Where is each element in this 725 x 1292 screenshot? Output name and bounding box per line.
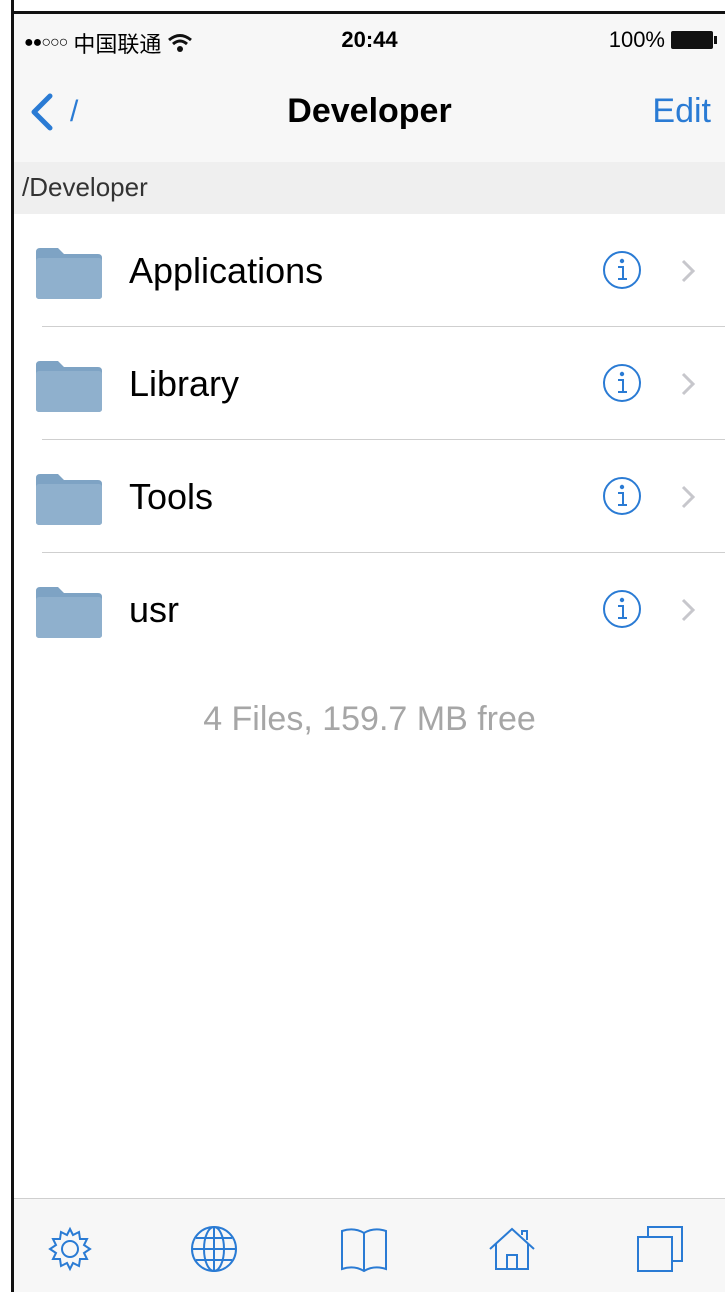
file-count-summary: 4 Files, 159.7 MB free [203, 700, 536, 738]
status-bar: ●●○○○ 中国联通 20:44 100% [14, 14, 725, 64]
globe-icon[interactable] [186, 1221, 242, 1277]
device-bezel-top [0, 0, 725, 14]
folder-icon [36, 587, 102, 638]
info-icon[interactable] [602, 250, 642, 290]
file-row-applications[interactable]: Applications [14, 214, 725, 327]
info-icon[interactable] [602, 363, 642, 403]
navigation-bar: / Developer Edit [14, 64, 725, 162]
path-bar: /Developer [14, 162, 725, 214]
battery-group: 100% [609, 27, 717, 53]
folder-icon [36, 248, 102, 299]
device-bezel-left [0, 0, 14, 1292]
folder-icon [36, 474, 102, 525]
chevron-right-icon [681, 259, 696, 283]
file-row-usr[interactable]: usr [14, 553, 725, 666]
windows-icon[interactable] [632, 1221, 688, 1277]
file-name: Tools [129, 476, 214, 517]
chevron-right-icon [681, 485, 696, 509]
folder-icon [36, 361, 102, 412]
gear-icon[interactable] [42, 1221, 98, 1277]
tab-bar [14, 1198, 725, 1292]
info-icon[interactable] [602, 589, 642, 629]
file-name: usr [129, 589, 180, 630]
file-name: Applications [129, 250, 324, 291]
file-list: Applications Library Tools usr [14, 214, 725, 666]
battery-tip [714, 36, 717, 44]
chevron-right-icon [681, 598, 696, 622]
battery-percent: 100% [608, 27, 665, 52]
current-path: /Developer [22, 172, 148, 202]
home-icon[interactable] [484, 1221, 540, 1277]
edit-button[interactable]: Edit [652, 92, 711, 131]
file-name: Library [129, 363, 240, 404]
app-window: ●●○○○ 中国联通 20:44 100% / Developer Edit /… [0, 0, 725, 1292]
book-icon[interactable] [336, 1221, 392, 1277]
battery-icon [671, 31, 713, 49]
chevron-right-icon [681, 372, 696, 396]
file-row-library[interactable]: Library [14, 327, 725, 440]
page-title: Developer [287, 92, 452, 130]
file-row-tools[interactable]: Tools [14, 440, 725, 553]
info-icon[interactable] [602, 476, 642, 516]
